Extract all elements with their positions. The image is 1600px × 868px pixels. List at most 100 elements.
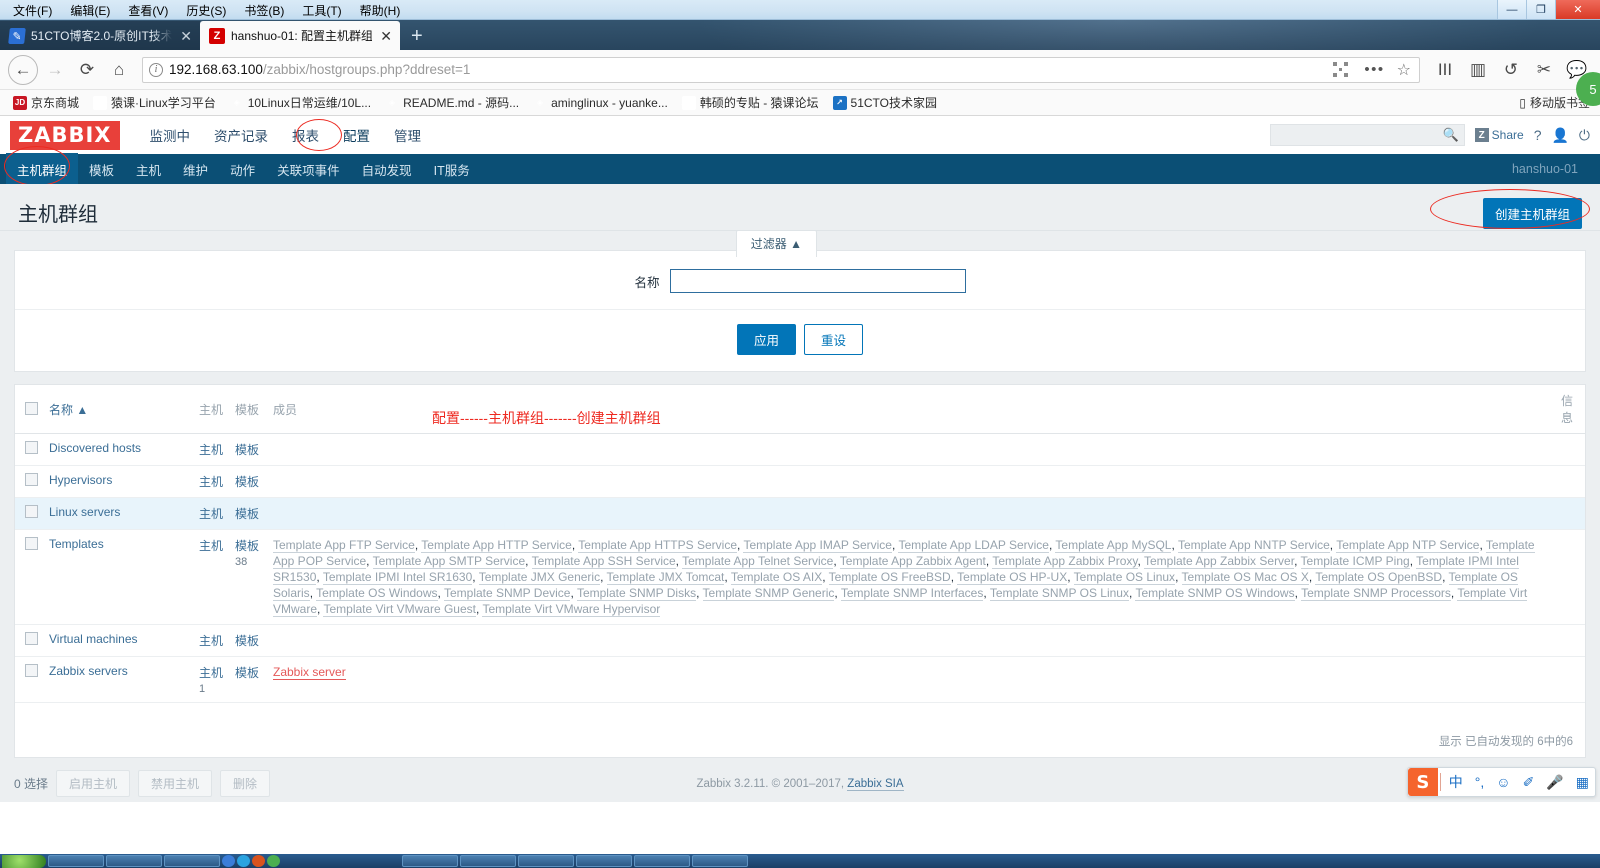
help-icon[interactable]: ?	[1534, 127, 1542, 143]
taskbar-item[interactable]	[460, 855, 516, 867]
templates-link[interactable]: 模板	[235, 443, 259, 457]
info-icon[interactable]: i	[149, 62, 163, 77]
ime-emoji-icon[interactable]: ☺	[1490, 774, 1516, 790]
member-host-link-disabled[interactable]: Zabbix server	[273, 665, 346, 680]
hosts-link[interactable]: 主机	[199, 666, 223, 680]
member-template-link[interactable]: Template App IMAP Service	[743, 538, 892, 553]
member-template-link[interactable]: Template App Telnet Service	[682, 554, 834, 569]
taskbar-icon[interactable]	[237, 855, 250, 867]
browser-tab-zabbix[interactable]: Z hanshuo-01: 配置主机群组 ✕	[200, 21, 400, 50]
member-template-link[interactable]: Template SNMP Generic	[702, 586, 835, 601]
member-template-link[interactable]: Template App FTP Service	[273, 538, 415, 553]
close-icon[interactable]: ✕	[178, 29, 194, 43]
qr-code-icon[interactable]	[1333, 62, 1349, 77]
subnav-hosts[interactable]: 主机	[125, 153, 172, 186]
table-row[interactable]: Discovered hosts 主机 模板	[15, 433, 1585, 466]
subnav-it-services[interactable]: IT服务	[423, 153, 481, 186]
hosts-link[interactable]: 主机	[199, 539, 223, 553]
bookmark-star-icon[interactable]: ☆	[1397, 60, 1415, 80]
header-name[interactable]: 名称 ▲	[45, 385, 195, 434]
ime-handwriting-icon[interactable]: ✐	[1517, 774, 1541, 791]
group-name-link[interactable]: Virtual machines	[49, 632, 138, 646]
nav-monitoring[interactable]: 监测中	[138, 115, 203, 155]
member-template-link[interactable]: Template OS AIX	[730, 570, 823, 585]
ime-chinese-mode-icon[interactable]: 中	[1443, 772, 1469, 792]
templates-link[interactable]: 模板	[235, 634, 259, 648]
subnav-event-correlation[interactable]: 关联项事件	[266, 153, 351, 186]
reload-icon[interactable]: ⟳	[72, 55, 102, 85]
taskbar-icon[interactable]	[267, 855, 280, 867]
member-template-link[interactable]: Template App Zabbix Proxy	[992, 554, 1138, 569]
taskbar-icon[interactable]	[222, 855, 235, 867]
bookmark-jd[interactable]: JD 京东商城	[6, 92, 86, 113]
member-template-link[interactable]: Template OS HP-UX	[957, 570, 1068, 585]
hosts-link[interactable]: 主机	[199, 475, 223, 489]
menu-view[interactable]: 查看(V)	[119, 0, 177, 21]
member-template-link[interactable]: Template App NTP Service	[1336, 538, 1480, 553]
filter-reset-button[interactable]: 重设	[804, 324, 864, 355]
row-checkbox-cell[interactable]	[15, 656, 45, 703]
member-template-link[interactable]: Template SNMP Device	[443, 586, 571, 601]
bookmark-51cto-home[interactable]: ↗ 51CTO技术家园	[826, 92, 944, 113]
row-checkbox-cell[interactable]	[15, 529, 45, 625]
member-template-link[interactable]: Template ICMP Ping	[1300, 554, 1410, 569]
bookmark-10linux[interactable]: ◈ 10Linux日常运维/10L...	[223, 92, 378, 113]
menu-help[interactable]: 帮助(H)	[351, 0, 410, 21]
filter-name-input[interactable]	[669, 269, 966, 293]
logout-icon[interactable]: ⏻	[1579, 127, 1590, 144]
table-row[interactable]: Hypervisors 主机 模板	[15, 465, 1585, 498]
member-template-link[interactable]: Template IPMI Intel SR1630	[322, 570, 473, 585]
templates-link[interactable]: 模板	[235, 539, 259, 553]
table-row[interactable]: Templates 主机 模板 38 Template App FTP Serv…	[15, 529, 1585, 625]
nav-reports[interactable]: 报表	[280, 115, 331, 155]
forward-icon[interactable]: →	[40, 55, 70, 85]
hosts-link[interactable]: 主机	[199, 507, 223, 521]
zabbix-logo[interactable]: ZABBIX	[10, 120, 120, 150]
search-icon[interactable]: 🔍	[1442, 127, 1458, 143]
close-icon[interactable]: ✕	[378, 29, 394, 43]
back-icon[interactable]: ←	[8, 54, 38, 85]
member-template-link[interactable]: Template App HTTPS Service	[578, 538, 737, 553]
taskbar-item[interactable]	[106, 855, 162, 867]
taskbar-icon[interactable]	[252, 855, 265, 867]
hosts-link[interactable]: 主机	[199, 443, 223, 457]
taskbar-item[interactable]	[692, 855, 748, 867]
bookmark-hanshuo-post[interactable]: Ape 韩硕的专贴 - 猿课论坛	[675, 92, 826, 113]
ime-punctuation-icon[interactable]: °,	[1469, 774, 1491, 790]
member-template-link[interactable]: Template JMX Generic	[478, 570, 601, 585]
member-template-link[interactable]: Template App SSH Service	[531, 554, 676, 569]
subnav-templates[interactable]: 模板	[78, 153, 125, 186]
ime-toolbox-icon[interactable]: ▦	[1570, 774, 1595, 791]
subnav-maintenance[interactable]: 维护	[172, 153, 219, 186]
window-maximize-button[interactable]: ❐	[1526, 0, 1555, 19]
subnav-discovery[interactable]: 自动发现	[351, 153, 423, 186]
member-template-link[interactable]: Template OS OpenBSD	[1315, 570, 1443, 585]
zabbix-sia-link[interactable]: Zabbix SIA	[847, 778, 904, 791]
row-checkbox-cell[interactable]	[15, 497, 45, 530]
sogou-logo-icon[interactable]: S	[1407, 768, 1438, 796]
filter-apply-button[interactable]: 应用	[736, 324, 796, 355]
sidebar-icon[interactable]: ▥	[1463, 55, 1493, 85]
window-close-button[interactable]: ✕	[1555, 0, 1600, 19]
create-host-group-button[interactable]: 创建主机群组	[1482, 198, 1582, 229]
bookmark-aminglinux[interactable]: ◈ aminglinux - yuanke...	[526, 94, 675, 112]
table-row[interactable]: Zabbix servers 主机 1 模板 Zabbix server	[15, 656, 1585, 703]
taskbar-item[interactable]	[634, 855, 690, 867]
user-profile-icon[interactable]: 👤	[1551, 127, 1568, 144]
window-minimize-button[interactable]: —	[1497, 0, 1526, 19]
select-all-checkbox[interactable]	[25, 402, 38, 415]
bookmark-yuanke-linux[interactable]: Ape 猿课·Linux学习平台	[86, 92, 223, 113]
undo-icon[interactable]: ↺	[1496, 55, 1526, 85]
nav-administration[interactable]: 管理	[382, 115, 433, 155]
row-checkbox[interactable]	[25, 441, 38, 454]
subnav-actions[interactable]: 动作	[219, 153, 266, 186]
start-button[interactable]	[2, 854, 46, 868]
page-actions-icon[interactable]: •••	[1358, 61, 1390, 78]
taskbar-item[interactable]	[518, 855, 574, 867]
filter-toggle-tab[interactable]: 过滤器 ▲	[735, 230, 817, 257]
hosts-link[interactable]: 主机	[199, 634, 223, 648]
menu-edit[interactable]: 编辑(E)	[61, 0, 119, 21]
search-input[interactable]: 🔍	[1269, 124, 1465, 146]
member-template-link[interactable]: Template SNMP OS Windows	[1135, 586, 1295, 601]
member-template-link[interactable]: Template App LDAP Service	[898, 538, 1049, 553]
